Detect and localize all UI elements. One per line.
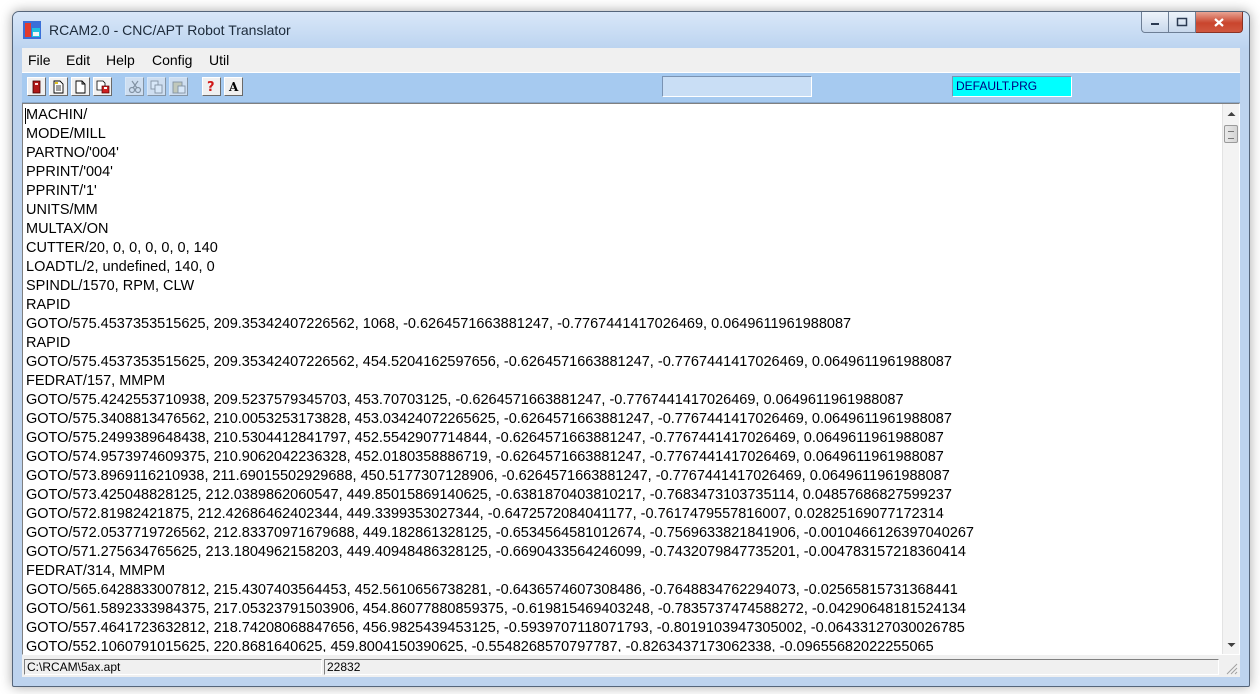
maximize-button[interactable] [1169,12,1196,33]
status-count: 22832 [324,659,1219,675]
open-file-button[interactable] [49,77,68,96]
copy-button[interactable] [147,77,166,96]
code-line[interactable]: GOTO/575.3408813476562, 210.005325317382… [26,410,1216,429]
svg-text:?: ? [207,80,215,94]
menu-config[interactable]: Config [152,52,192,68]
code-line[interactable]: GOTO/572.81982421875, 212.42686462402344… [26,505,1216,524]
code-line[interactable]: CUTTER/20, 0, 0, 0, 0, 0, 140 [26,239,1216,258]
code-line[interactable]: GOTO/575.2499389648438, 210.530441284179… [26,429,1216,448]
scroll-thumb[interactable] [1224,125,1238,143]
scroll-down-button[interactable] [1223,636,1239,653]
save-file-icon [96,80,109,93]
font-button[interactable]: A [224,77,243,96]
scroll-down-icon [1227,642,1235,647]
font-icon: A [228,80,239,94]
app-window: RCAM2.0 - CNC/APT Robot Translator File … [12,11,1250,687]
caption-buttons [1141,12,1243,33]
code-line[interactable]: PPRINT/'1' [26,182,1216,201]
menu-file[interactable]: File [28,52,51,68]
code-line[interactable]: MULTAX/ON [26,220,1216,239]
minimize-icon [1151,23,1159,25]
code-line[interactable]: FEDRAT/314, MMPM [26,562,1216,581]
paste-icon [172,81,185,93]
status-file-path: C:\RCAM\5ax.apt [24,659,322,675]
menu-util[interactable]: Util [209,52,229,68]
cut-button[interactable] [125,77,144,96]
exit-button[interactable] [27,77,46,96]
status-bar: C:\RCAM\5ax.apt 22832 [22,657,1240,677]
thumb-grip-icon [1228,131,1234,139]
code-line[interactable]: GOTO/571.275634765625, 213.1804962158203… [26,543,1216,562]
code-line[interactable]: GOTO/574.9573974609375, 210.906204223632… [26,448,1216,467]
resize-grip-icon[interactable] [1224,661,1238,675]
menu-help[interactable]: Help [106,52,135,68]
vertical-scrollbar[interactable] [1222,104,1239,654]
svg-text:A: A [228,80,239,94]
code-line[interactable]: LOADTL/2, undefined, 140, 0 [26,258,1216,277]
code-line[interactable]: GOTO/557.4641723632812, 218.742080688476… [26,619,1216,638]
close-icon [1214,17,1224,27]
apt-program-text[interactable]: MACHIN/MODE/MILL PARTNO/'004' PPRINT/'004'… [26,106,1216,652]
code-line[interactable]: MACHIN/ [26,106,1216,125]
code-line[interactable]: GOTO/575.4537353515625, 209.353424072265… [26,353,1216,372]
cut-icon [128,80,141,93]
code-line[interactable]: MODE/MILL [26,125,1216,144]
paste-button[interactable] [169,77,188,96]
client-area: File Edit Help Config Util ? A DEFAULT.P… [22,48,1240,677]
help-icon: ? [207,80,215,94]
code-line[interactable]: GOTO/572.0537719726562, 212.833709716796… [26,524,1216,543]
code-line[interactable]: GOTO/575.4242553710938, 209.523757934570… [26,391,1216,410]
help-button[interactable]: ? [202,77,221,96]
open-file-icon [53,80,64,93]
code-line[interactable]: GOTO/561.5892333984375, 217.053237915039… [26,600,1216,619]
code-line[interactable]: GOTO/552.1060791015625, 220.8681640625, … [26,638,1216,652]
new-file-icon [75,80,86,93]
code-line[interactable]: PARTNO/'004' [26,144,1216,163]
code-line[interactable]: GOTO/565.6428833007812, 215.430740356445… [26,581,1216,600]
save-file-button[interactable] [93,77,112,96]
code-line[interactable]: UNITS/MM [26,201,1216,220]
title-bar[interactable]: RCAM2.0 - CNC/APT Robot Translator [13,12,1249,48]
code-line[interactable]: GOTO/573.8969116210938, 211.690155029296… [26,467,1216,486]
app-icon[interactable] [22,20,42,40]
code-line[interactable]: PPRINT/'004' [26,163,1216,182]
code-line[interactable]: SPINDL/1570, RPM, CLW [26,277,1216,296]
toolbar: ? A DEFAULT.PRG [22,72,1240,103]
maximize-icon [1176,17,1188,27]
menu-edit[interactable]: Edit [66,52,90,68]
code-line[interactable]: GOTO/573.425048828125, 212.0389862060547… [26,486,1216,505]
close-button[interactable] [1196,12,1243,33]
window-title: RCAM2.0 - CNC/APT Robot Translator [49,22,291,38]
menu-bar: File Edit Help Config Util [22,48,1240,72]
copy-icon [150,80,162,93]
toolbar-status-field [662,76,812,97]
code-line[interactable]: RAPID [26,296,1216,315]
exit-icon [32,80,41,93]
program-field[interactable]: DEFAULT.PRG [952,76,1072,97]
code-line[interactable]: FEDRAT/157, MMPM [26,372,1216,391]
code-line[interactable]: RAPID [26,334,1216,353]
new-file-button[interactable] [71,77,90,96]
minimize-button[interactable] [1141,12,1169,33]
scroll-up-icon [1227,111,1235,116]
code-line[interactable]: GOTO/575.4537353515625, 209.353424072265… [26,315,1216,334]
scroll-up-button[interactable] [1223,105,1239,122]
code-editor[interactable]: MACHIN/MODE/MILL PARTNO/'004' PPRINT/'004'… [22,103,1240,655]
